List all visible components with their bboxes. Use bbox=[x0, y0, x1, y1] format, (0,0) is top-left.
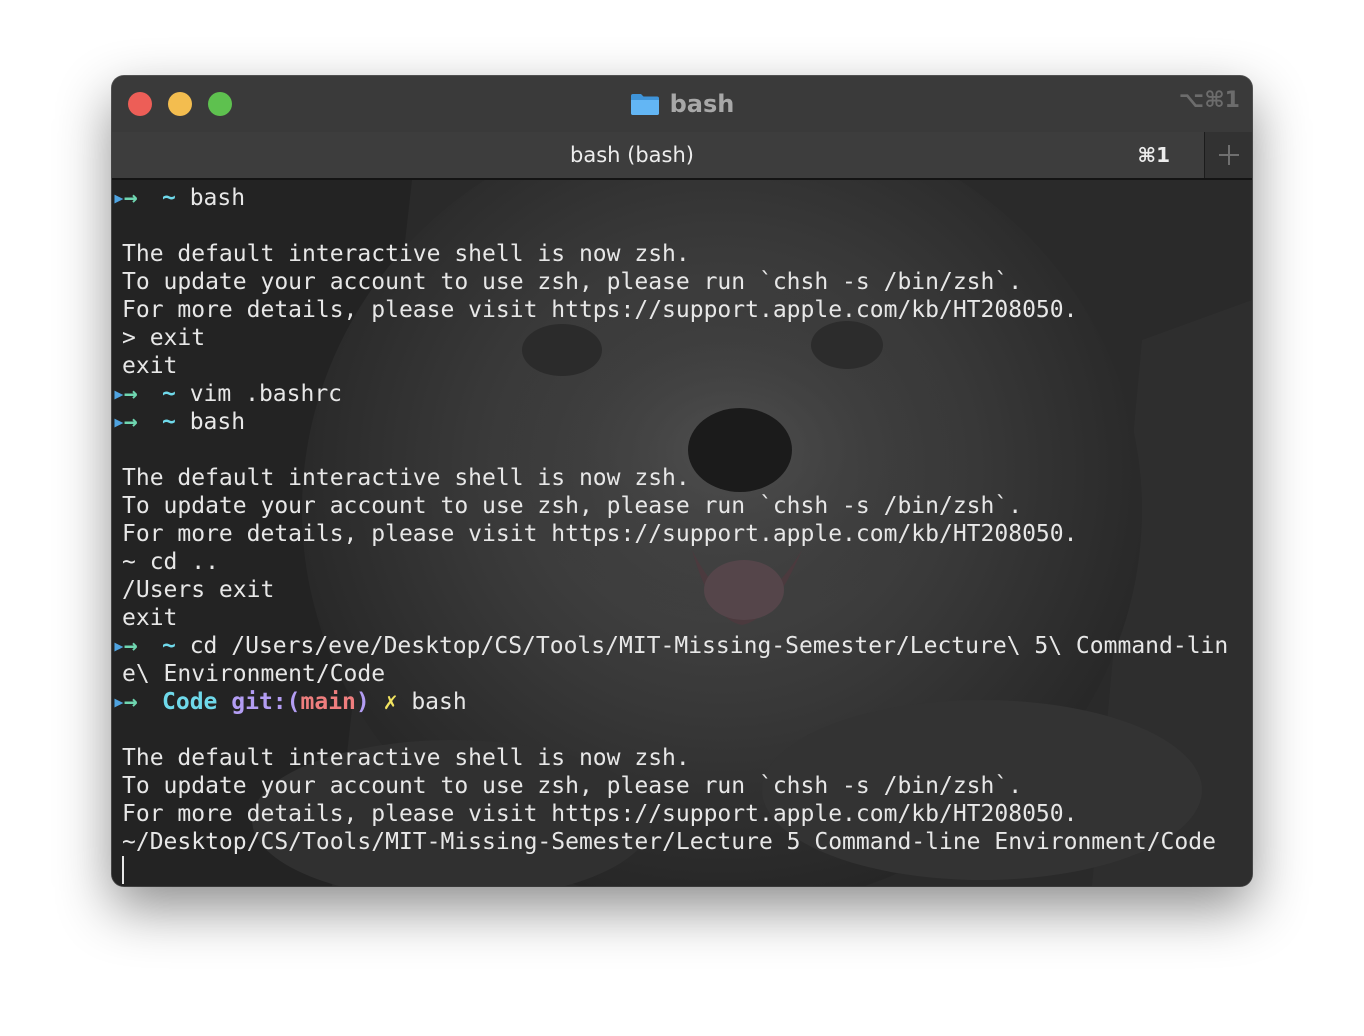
prompt-arrow-icon: ▸→ bbox=[112, 633, 138, 659]
tab-shortcut: ⌘1 bbox=[1137, 143, 1170, 167]
text-cursor bbox=[122, 856, 124, 884]
close-button[interactable] bbox=[128, 92, 152, 116]
tab-label: bash (bash) bbox=[570, 143, 694, 167]
output-text: To update your account to use zsh, pleas… bbox=[122, 773, 1023, 799]
prompt-arrow-icon: ▸→ bbox=[112, 185, 138, 211]
terminal-line: ▸→ Code git:(main) ✗ bash bbox=[112, 688, 1252, 716]
window-shortcut: ⌥⌘1 bbox=[1178, 88, 1240, 113]
terminal-line: ▸→ ~ vim .bashrc bbox=[112, 380, 1252, 408]
prompt-directory: Code bbox=[162, 689, 218, 715]
prompt-arrow-icon: ▸→ bbox=[112, 689, 138, 715]
prompt-command: bash bbox=[397, 689, 467, 715]
terminal-line: The default interactive shell is now zsh… bbox=[112, 744, 1252, 772]
terminal-line: ~ cd .. bbox=[112, 548, 1252, 576]
prompt-directory: ~ bbox=[162, 381, 176, 407]
tab-bar: bash (bash) ⌘1 bbox=[112, 132, 1252, 180]
output-text: The default interactive shell is now zsh… bbox=[122, 465, 690, 491]
git-label: git:( bbox=[231, 689, 301, 715]
cursor-line bbox=[112, 856, 1252, 884]
folder-icon bbox=[630, 94, 659, 115]
terminal-line: To update your account to use zsh, pleas… bbox=[112, 772, 1252, 800]
terminal-line: ~/Desktop/CS/Tools/MIT-Missing-Semester/… bbox=[112, 828, 1252, 856]
terminal-line: e\ Environment/Code bbox=[112, 660, 1252, 688]
terminal-line: The default interactive shell is now zsh… bbox=[112, 464, 1252, 492]
terminal-line: ▸→ ~ cd /Users/eve/Desktop/CS/Tools/MIT-M… bbox=[112, 632, 1252, 660]
terminal-output[interactable]: ▸→ ~ bash The default interactive shell is… bbox=[112, 180, 1252, 886]
terminal-line: For more details, please visit https://s… bbox=[112, 800, 1252, 828]
terminal-window: bash ⌥⌘1 bash (bash) ⌘1 ▸→ ~ bash The de… bbox=[112, 76, 1252, 886]
terminal-line: /Users exit bbox=[112, 576, 1252, 604]
prompt-command: cd /Users/eve/Desktop/CS/Tools/MIT-Missi… bbox=[175, 633, 1229, 659]
title-bar[interactable]: bash ⌥⌘1 bbox=[112, 76, 1252, 132]
window-title-group: bash bbox=[112, 76, 1252, 132]
output-text: ~ cd .. bbox=[122, 549, 219, 575]
output-text: > exit bbox=[122, 325, 206, 351]
output-text: For more details, please visit https://s… bbox=[122, 297, 1078, 323]
output-text: The default interactive shell is now zsh… bbox=[122, 241, 690, 267]
terminal-line: To update your account to use zsh, pleas… bbox=[112, 268, 1252, 296]
terminal-line: ▸→ ~ bash bbox=[112, 408, 1252, 436]
output-text: To update your account to use zsh, pleas… bbox=[122, 493, 1023, 519]
new-tab-button[interactable] bbox=[1205, 132, 1252, 178]
terminal-line: ▸→ ~ bash bbox=[112, 184, 1252, 212]
window-title: bash bbox=[669, 90, 735, 118]
tab-bash[interactable]: bash (bash) ⌘1 bbox=[112, 132, 1205, 178]
terminal-line: The default interactive shell is now zsh… bbox=[112, 240, 1252, 268]
output-text: /Users exit bbox=[122, 577, 275, 603]
output-text: For more details, please visit https://s… bbox=[122, 801, 1078, 827]
output-text: For more details, please visit https://s… bbox=[122, 521, 1078, 547]
prompt-directory: ~ bbox=[162, 633, 176, 659]
output-text: ~/Desktop/CS/Tools/MIT-Missing-Semester/… bbox=[122, 829, 1216, 855]
output-text: To update your account to use zsh, pleas… bbox=[122, 269, 1023, 295]
git-branch: main bbox=[300, 689, 356, 715]
maximize-button[interactable] bbox=[208, 92, 232, 116]
terminal-line: To update your account to use zsh, pleas… bbox=[112, 492, 1252, 520]
prompt-directory: ~ bbox=[162, 409, 176, 435]
git-dirty-icon: ✗ bbox=[383, 689, 398, 715]
minimize-button[interactable] bbox=[168, 92, 192, 116]
prompt-command: bash bbox=[175, 185, 246, 211]
git-label-close: ) bbox=[355, 689, 370, 715]
output-text: The default interactive shell is now zsh… bbox=[122, 745, 690, 771]
terminal-line: exit bbox=[112, 604, 1252, 632]
prompt-arrow-icon: ▸→ bbox=[112, 381, 138, 407]
terminal-line: For more details, please visit https://s… bbox=[112, 296, 1252, 324]
terminal-line: > exit bbox=[112, 324, 1252, 352]
output-text: exit bbox=[122, 605, 178, 631]
terminal-lines: ▸→ ~ bash The default interactive shell is… bbox=[112, 184, 1252, 884]
prompt-directory: ~ bbox=[162, 185, 176, 211]
output-text: exit bbox=[122, 353, 178, 379]
prompt-command: bash bbox=[175, 409, 246, 435]
output-text: e\ Environment/Code bbox=[122, 661, 386, 687]
terminal-line: For more details, please visit https://s… bbox=[112, 520, 1252, 548]
terminal-line: exit bbox=[112, 352, 1252, 380]
prompt-command: vim .bashrc bbox=[175, 381, 343, 407]
plus-icon bbox=[1218, 145, 1239, 165]
prompt-arrow-icon: ▸→ bbox=[112, 409, 138, 435]
